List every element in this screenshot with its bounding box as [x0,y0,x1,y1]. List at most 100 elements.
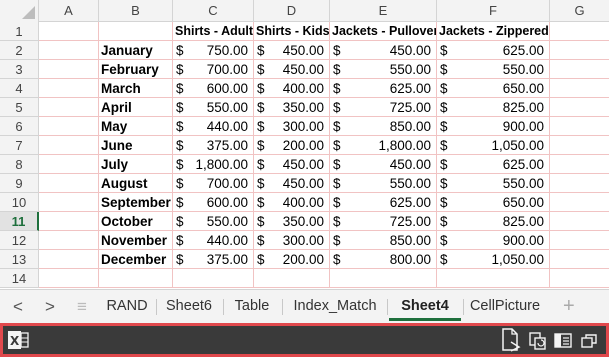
empty-cell[interactable] [39,250,99,269]
empty-cell[interactable] [550,155,609,174]
empty-cell[interactable] [550,250,609,269]
header-cell[interactable]: Shirts - Kids [254,22,330,41]
empty-cell[interactable] [39,22,99,41]
month-cell[interactable]: March [99,79,173,98]
empty-cell[interactable] [550,212,609,231]
header-cell[interactable]: Shirts - Adult [173,22,254,41]
spreadsheet-grid[interactable]: ABCDEFG 1 2 3 4 5 6 7 8 9 10 11 12 13 14 Shirts - Adu… [0,0,609,289]
column-header-e[interactable]: E [330,0,437,22]
month-cell[interactable]: April [99,98,173,117]
column-header-b[interactable]: B [99,0,173,22]
value-cell[interactable]: $750.00 [173,41,254,60]
value-cell[interactable]: $375.00 [173,136,254,155]
value-cell[interactable]: $450.00 [254,60,330,79]
empty-cell[interactable] [550,174,609,193]
month-cell[interactable]: January [99,41,173,60]
value-cell[interactable]: $825.00 [437,98,550,117]
row-header-9[interactable]: 9 [0,174,39,193]
value-cell[interactable]: $600.00 [173,193,254,212]
empty-cell[interactable] [437,269,550,288]
value-cell[interactable]: $375.00 [173,250,254,269]
value-cell[interactable]: $1,800.00 [173,155,254,174]
value-cell[interactable]: $440.00 [173,231,254,250]
value-cell[interactable]: $450.00 [330,41,437,60]
column-header-f[interactable]: F [437,0,550,22]
empty-cell[interactable] [39,79,99,98]
month-cell[interactable]: July [99,155,173,174]
previous-sheet-button[interactable]: < [10,297,26,317]
empty-cell[interactable] [550,117,609,136]
value-cell[interactable]: $1,050.00 [437,250,550,269]
value-cell[interactable]: $1,050.00 [437,136,550,155]
empty-cell[interactable] [39,269,99,288]
value-cell[interactable]: $550.00 [437,60,550,79]
value-cell[interactable]: $625.00 [437,155,550,174]
empty-cell[interactable] [550,41,609,60]
next-sheet-button[interactable]: > [42,297,58,317]
empty-cell[interactable] [173,269,254,288]
sheet-tab-table[interactable]: Table [223,290,281,323]
sheet-tab-rand[interactable]: RAND [97,290,157,323]
row-header-13[interactable]: 13 [0,250,39,269]
value-cell[interactable]: $550.00 [330,174,437,193]
sheet-tab-index-match[interactable]: Index_Match [282,290,388,323]
row-header-2[interactable]: 2 [0,41,39,60]
restore-window-icon[interactable] [579,331,599,356]
empty-cell[interactable] [39,117,99,136]
header-cell[interactable]: Jackets - Pullover [330,22,437,41]
select-all-corner[interactable] [0,0,39,22]
empty-cell[interactable] [330,269,437,288]
value-cell[interactable]: $625.00 [330,79,437,98]
column-header-g[interactable]: G [550,0,609,22]
row-header-11[interactable]: 11 [0,212,39,231]
column-header-c[interactable]: C [173,0,254,22]
document-icon[interactable] [500,328,522,357]
value-cell[interactable]: $450.00 [254,155,330,174]
value-cell[interactable]: $550.00 [173,212,254,231]
value-cell[interactable]: $650.00 [437,79,550,98]
empty-cell[interactable] [39,60,99,79]
row-header-8[interactable]: 8 [0,155,39,174]
column-header-a[interactable]: A [39,0,99,22]
value-cell[interactable]: $600.00 [173,79,254,98]
empty-cell[interactable] [39,174,99,193]
value-cell[interactable]: $700.00 [173,174,254,193]
row-header-7[interactable]: 7 [0,136,39,155]
value-cell[interactable]: $800.00 [330,250,437,269]
empty-cell[interactable] [39,155,99,174]
value-cell[interactable]: $550.00 [437,174,550,193]
value-cell[interactable]: $450.00 [330,155,437,174]
row-header-4[interactable]: 4 [0,79,39,98]
value-cell[interactable]: $450.00 [254,41,330,60]
month-cell[interactable]: November [99,231,173,250]
copy-icon[interactable] [528,331,548,356]
month-cell[interactable]: September [99,193,173,212]
row-header-12[interactable]: 12 [0,231,39,250]
value-cell[interactable]: $725.00 [330,212,437,231]
empty-cell[interactable] [550,22,609,41]
empty-cell[interactable] [39,98,99,117]
value-cell[interactable]: $200.00 [254,250,330,269]
empty-cell[interactable] [39,193,99,212]
value-cell[interactable]: $625.00 [330,193,437,212]
value-cell[interactable]: $200.00 [254,136,330,155]
sheet-tab-sheet4[interactable]: Sheet4 [387,290,463,323]
value-cell[interactable]: $350.00 [254,212,330,231]
value-cell[interactable]: $1,800.00 [330,136,437,155]
value-cell[interactable]: $625.00 [437,41,550,60]
empty-cell[interactable] [99,22,173,41]
value-cell[interactable]: $400.00 [254,79,330,98]
value-cell[interactable]: $550.00 [173,98,254,117]
empty-cell[interactable] [550,79,609,98]
empty-cell[interactable] [39,41,99,60]
value-cell[interactable]: $650.00 [437,193,550,212]
row-header-3[interactable]: 3 [0,60,39,79]
empty-cell[interactable] [550,60,609,79]
sheet-list-menu-button[interactable]: ≡ [74,297,90,317]
month-cell[interactable]: August [99,174,173,193]
value-cell[interactable]: $550.00 [330,60,437,79]
empty-cell[interactable] [254,269,330,288]
empty-cell[interactable] [550,231,609,250]
empty-cell[interactable] [550,269,609,288]
empty-cell[interactable] [99,269,173,288]
